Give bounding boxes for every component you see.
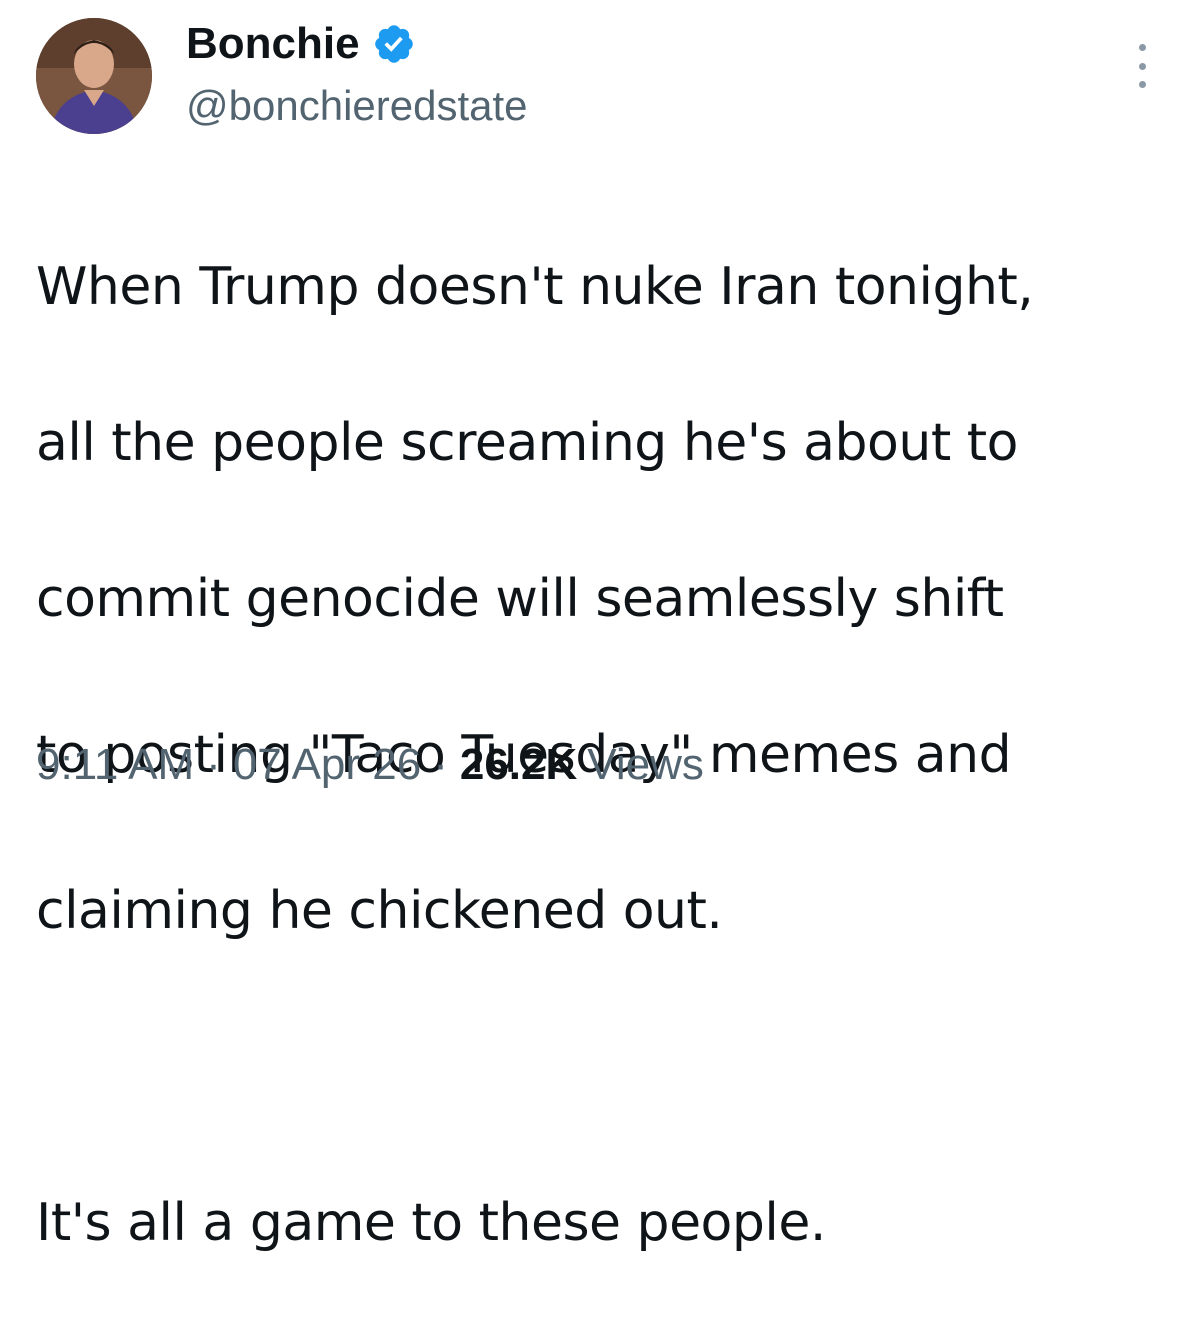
tweet-text-line: all the people screaming he's about to bbox=[36, 413, 1018, 473]
display-name[interactable]: Bonchie bbox=[186, 19, 360, 69]
more-dot bbox=[1138, 44, 1146, 51]
tweet-text-line: claiming he chickened out. bbox=[36, 881, 723, 941]
author-handle[interactable]: @bonchieredstate bbox=[186, 82, 528, 130]
meta-separator: · bbox=[206, 740, 221, 789]
tweet-text-line: commit genocide will seamlessly shift bbox=[36, 569, 1004, 629]
verified-badge-icon bbox=[372, 22, 416, 66]
tweet-text-line: When Trump doesn't nuke Iran tonight, bbox=[36, 257, 1034, 317]
avatar-photo bbox=[36, 18, 152, 134]
avatar[interactable] bbox=[36, 18, 152, 134]
more-options-icon[interactable] bbox=[1130, 44, 1154, 88]
tweet-date[interactable]: 07 Apr 26 bbox=[233, 740, 421, 790]
tweet-meta: 9:11 AM · 07 Apr 26 · 26.2K Views bbox=[36, 740, 704, 790]
author-name-row[interactable]: Bonchie bbox=[186, 16, 416, 72]
tweet-time[interactable]: 9:11 AM bbox=[36, 740, 194, 790]
tweet-card: Bonchie @bonchieredstate When Trump does… bbox=[0, 0, 1200, 1253]
more-dot bbox=[1138, 62, 1146, 70]
views-label: Views bbox=[587, 740, 704, 789]
meta-separator: · bbox=[433, 740, 448, 789]
tweet-text-line: It's all a game to these people. bbox=[36, 1193, 826, 1253]
more-dot bbox=[1138, 81, 1146, 88]
views-count[interactable]: 26.2K bbox=[460, 740, 577, 790]
